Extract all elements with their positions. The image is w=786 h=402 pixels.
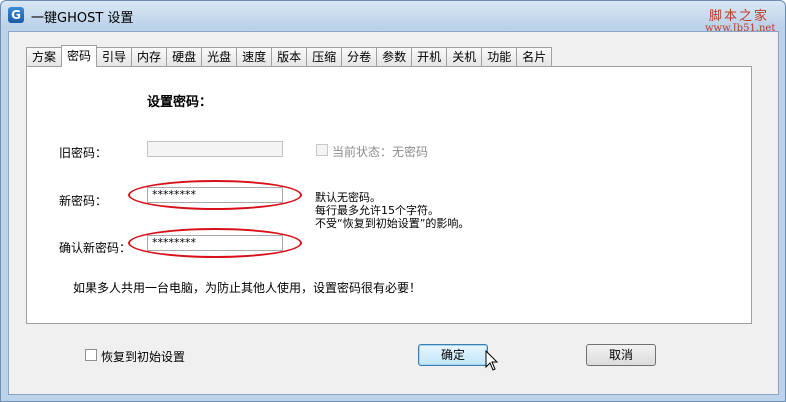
- hint-line-2: 每行最多允许15个字符。: [315, 204, 439, 217]
- window-title: 一键GHOST 设置: [31, 11, 134, 26]
- password-note: 如果多人共用一台电脑，为防止其他人使用，设置密码很有必要！: [73, 281, 422, 295]
- current-status-label: 当前状态：无密码: [332, 145, 429, 159]
- new-password-label: 新密码：: [59, 194, 108, 208]
- cancel-button[interactable]: 取消: [586, 344, 656, 366]
- old-password-label: 旧密码：: [59, 146, 108, 160]
- tab-scheme[interactable]: 方案: [26, 47, 63, 67]
- old-password-field[interactable]: [147, 141, 283, 157]
- watermark-logo: 脚本之家: [709, 9, 770, 24]
- hint-line-3: 不受“恢复到初始设置”的影响。: [315, 217, 470, 230]
- tab-compression[interactable]: 压缩: [306, 47, 343, 67]
- tab-card[interactable]: 名片: [516, 47, 553, 67]
- tab-startup[interactable]: 开机: [411, 47, 448, 67]
- tab-version[interactable]: 版本: [271, 47, 308, 67]
- tab-split[interactable]: 分卷: [341, 47, 378, 67]
- tab-strip: 方案 密码 引导 内存 硬盘 光盘 速度 版本 压缩 分卷 参数 开机 关机 功…: [26, 45, 553, 67]
- settings-window: G 一键GHOST 设置 脚本之家 www.Jb51.net 方案 密码 引导 …: [0, 0, 786, 402]
- tab-speed[interactable]: 速度: [236, 47, 273, 67]
- restore-defaults-checkbox[interactable]: [85, 349, 97, 361]
- tab-cdrom[interactable]: 光盘: [201, 47, 238, 67]
- password-hint: 默认无密码。 每行最多允许15个字符。 不受“恢复到初始设置”的影响。: [315, 191, 469, 230]
- mouse-pointer-icon: [485, 350, 499, 371]
- restore-defaults-label: 恢复到初始设置: [101, 350, 186, 364]
- hint-line-1: 默认无密码。: [315, 191, 381, 204]
- confirm-password-label: 确认新密码：: [59, 241, 132, 255]
- tab-parameters[interactable]: 参数: [376, 47, 413, 67]
- panel-heading: 设置密码：: [147, 95, 213, 110]
- tab-password[interactable]: 密码: [61, 45, 98, 67]
- dialog-client-area: 方案 密码 引导 内存 硬盘 光盘 速度 版本 压缩 分卷 参数 开机 关机 功…: [8, 31, 779, 395]
- current-status-checkbox[interactable]: [316, 144, 328, 156]
- title-bar: G 一键GHOST 设置 脚本之家 www.Jb51.net: [1, 1, 785, 34]
- new-password-field[interactable]: ********: [147, 187, 283, 203]
- tab-boot[interactable]: 引导: [96, 47, 133, 67]
- tab-shutdown[interactable]: 关机: [446, 47, 483, 67]
- tab-disk[interactable]: 硬盘: [166, 47, 203, 67]
- tab-memory[interactable]: 内存: [131, 47, 168, 67]
- ok-button[interactable]: 确定: [418, 344, 488, 366]
- tab-features[interactable]: 功能: [481, 47, 518, 67]
- ghost-app-icon: G: [8, 7, 24, 23]
- confirm-password-field[interactable]: ********: [147, 235, 283, 251]
- password-tab-panel: 设置密码： 旧密码： 当前状态：无密码 新密码： ******** 默认无密码。…: [26, 66, 752, 324]
